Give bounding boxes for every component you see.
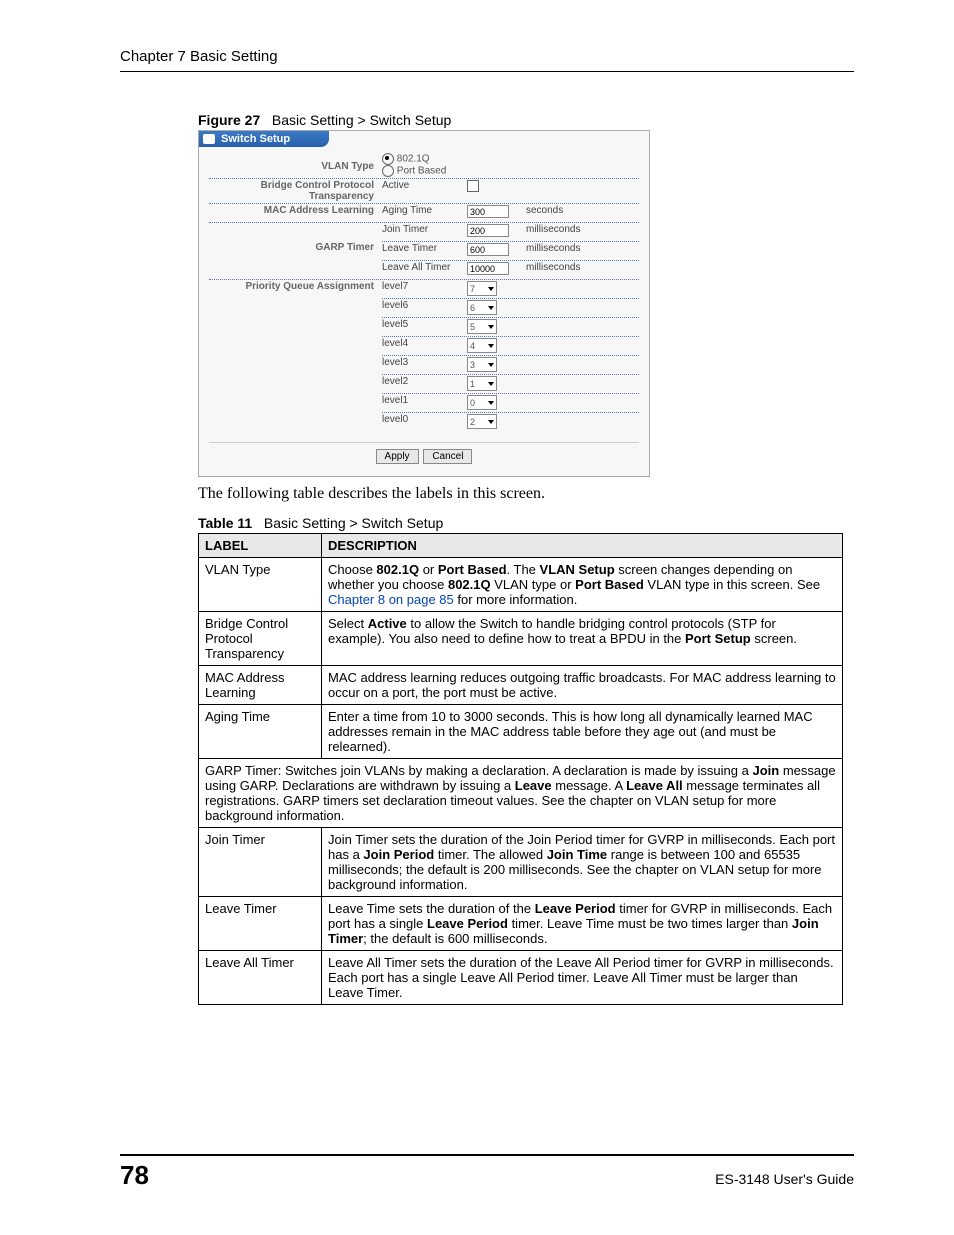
table-row: Leave All Timer Leave All Timer sets the… — [199, 951, 843, 1005]
vlan-8021q-radio[interactable] — [382, 153, 394, 165]
table-row: Join Timer Join Timer sets the duration … — [199, 828, 843, 897]
join-timer-unit: milliseconds — [522, 224, 580, 235]
priority-level-select[interactable]: 7 — [467, 281, 497, 296]
chevron-down-icon — [488, 344, 494, 348]
bridge-active-label: Active — [382, 180, 467, 191]
chevron-down-icon — [488, 325, 494, 329]
table-row: MAC Address Learning MAC address learnin… — [199, 666, 843, 705]
page-footer: 78 ES-3148 User's Guide — [120, 1154, 854, 1191]
priority-level-label: level6 — [382, 300, 467, 311]
page-number: 78 — [120, 1160, 149, 1191]
description-table: LABEL DESCRIPTION VLAN Type Choose 802.1… — [198, 533, 843, 1005]
cell-label: VLAN Type — [199, 558, 322, 612]
priority-level-select[interactable]: 2 — [467, 414, 497, 429]
chevron-down-icon — [488, 382, 494, 386]
priority-row: level77 — [382, 281, 639, 297]
aging-time-label: Aging Time — [382, 205, 467, 216]
cancel-button[interactable]: Cancel — [423, 449, 472, 464]
mac-label: MAC Address Learning — [209, 205, 382, 216]
leave-all-timer-input[interactable] — [467, 262, 509, 275]
priority-row: level02 — [382, 414, 639, 430]
priority-level-label: level0 — [382, 414, 467, 425]
chevron-down-icon — [488, 420, 494, 424]
intro-text: The following table describes the labels… — [198, 485, 854, 503]
chapter-header: Chapter 7 Basic Setting — [120, 48, 854, 72]
figure-title: Basic Setting > Switch Setup — [272, 112, 451, 128]
priority-level-select[interactable]: 6 — [467, 300, 497, 315]
cell-desc: Leave Time sets the duration of the Leav… — [322, 897, 843, 951]
cell-label: Leave Timer — [199, 897, 322, 951]
priority-row: level33 — [382, 357, 639, 373]
leave-timer-label: Leave Timer — [382, 243, 467, 254]
join-timer-label: Join Timer — [382, 224, 467, 235]
th-label: LABEL — [199, 534, 322, 558]
cell-desc: GARP Timer: Switches join VLANs by makin… — [199, 759, 843, 828]
table-row: VLAN Type Choose 802.1Q or Port Based. T… — [199, 558, 843, 612]
cell-label: Leave All Timer — [199, 951, 322, 1005]
priority-row: level55 — [382, 319, 639, 335]
priority-level-label: level2 — [382, 376, 467, 387]
table-caption: Table 11 Basic Setting > Switch Setup — [198, 515, 854, 531]
table-row: GARP Timer: Switches join VLANs by makin… — [199, 759, 843, 828]
vlan-type-label: VLAN Type — [209, 153, 382, 172]
cell-label: Join Timer — [199, 828, 322, 897]
vlan-portbased-radio[interactable] — [382, 165, 394, 177]
chapter8-link[interactable]: Chapter 8 on page 85 — [328, 592, 454, 607]
th-desc: DESCRIPTION — [322, 534, 843, 558]
cell-label: Bridge Control Protocol Transparency — [199, 612, 322, 666]
leave-all-timer-unit: milliseconds — [522, 262, 580, 273]
bridge-active-checkbox[interactable] — [467, 180, 479, 192]
cell-desc: Join Timer sets the duration of the Join… — [322, 828, 843, 897]
figure-number: Figure 27 — [198, 112, 260, 128]
chevron-down-icon — [488, 401, 494, 405]
priority-level-select[interactable]: 0 — [467, 395, 497, 410]
leave-timer-unit: milliseconds — [522, 243, 580, 254]
cell-desc: Leave All Timer sets the duration of the… — [322, 951, 843, 1005]
chevron-down-icon — [488, 287, 494, 291]
table-row: Leave Timer Leave Time sets the duration… — [199, 897, 843, 951]
priority-row: level10 — [382, 395, 639, 411]
garp-label: GARP Timer — [209, 224, 382, 253]
priority-level-select[interactable]: 1 — [467, 376, 497, 391]
chevron-down-icon — [488, 363, 494, 367]
panel-title: Switch Setup — [199, 131, 329, 147]
priority-level-label: level7 — [382, 281, 467, 292]
priority-level-select[interactable]: 3 — [467, 357, 497, 372]
cell-label: Aging Time — [199, 705, 322, 759]
leave-all-timer-label: Leave All Timer — [382, 262, 467, 273]
table-row: Bridge Control Protocol Transparency Sel… — [199, 612, 843, 666]
table-title: Basic Setting > Switch Setup — [264, 515, 443, 531]
priority-level-label: level1 — [382, 395, 467, 406]
priority-level-select[interactable]: 5 — [467, 319, 497, 334]
priority-row: level21 — [382, 376, 639, 392]
priority-label: Priority Queue Assignment — [209, 281, 382, 292]
priority-row: level66 — [382, 300, 639, 316]
table-row: Aging Time Enter a time from 10 to 3000 … — [199, 705, 843, 759]
switch-setup-panel: Switch Setup VLAN Type 802.1Q Port Based… — [198, 130, 650, 477]
table-number: Table 11 — [198, 515, 252, 531]
chevron-down-icon — [488, 306, 494, 310]
cell-desc: MAC address learning reduces outgoing tr… — [322, 666, 843, 705]
cell-label: MAC Address Learning — [199, 666, 322, 705]
join-timer-input[interactable] — [467, 224, 509, 237]
vlan-8021q-text: 802.1Q — [397, 154, 430, 165]
leave-timer-input[interactable] — [467, 243, 509, 256]
vlan-portbased-text: Port Based — [397, 166, 446, 177]
cell-desc: Choose 802.1Q or Port Based. The VLAN Se… — [322, 558, 843, 612]
priority-level-label: level4 — [382, 338, 467, 349]
aging-time-unit: seconds — [522, 205, 563, 216]
cell-desc: Enter a time from 10 to 3000 seconds. Th… — [322, 705, 843, 759]
priority-level-label: level3 — [382, 357, 467, 368]
priority-row: level44 — [382, 338, 639, 354]
apply-button[interactable]: Apply — [376, 449, 419, 464]
cell-desc: Select Active to allow the Switch to han… — [322, 612, 843, 666]
aging-time-input[interactable] — [467, 205, 509, 218]
figure-caption: Figure 27 Basic Setting > Switch Setup — [198, 112, 854, 128]
priority-level-label: level5 — [382, 319, 467, 330]
bridge-label: Bridge Control Protocol Transparency — [209, 180, 382, 202]
priority-level-select[interactable]: 4 — [467, 338, 497, 353]
guide-name: ES-3148 User's Guide — [715, 1171, 854, 1187]
